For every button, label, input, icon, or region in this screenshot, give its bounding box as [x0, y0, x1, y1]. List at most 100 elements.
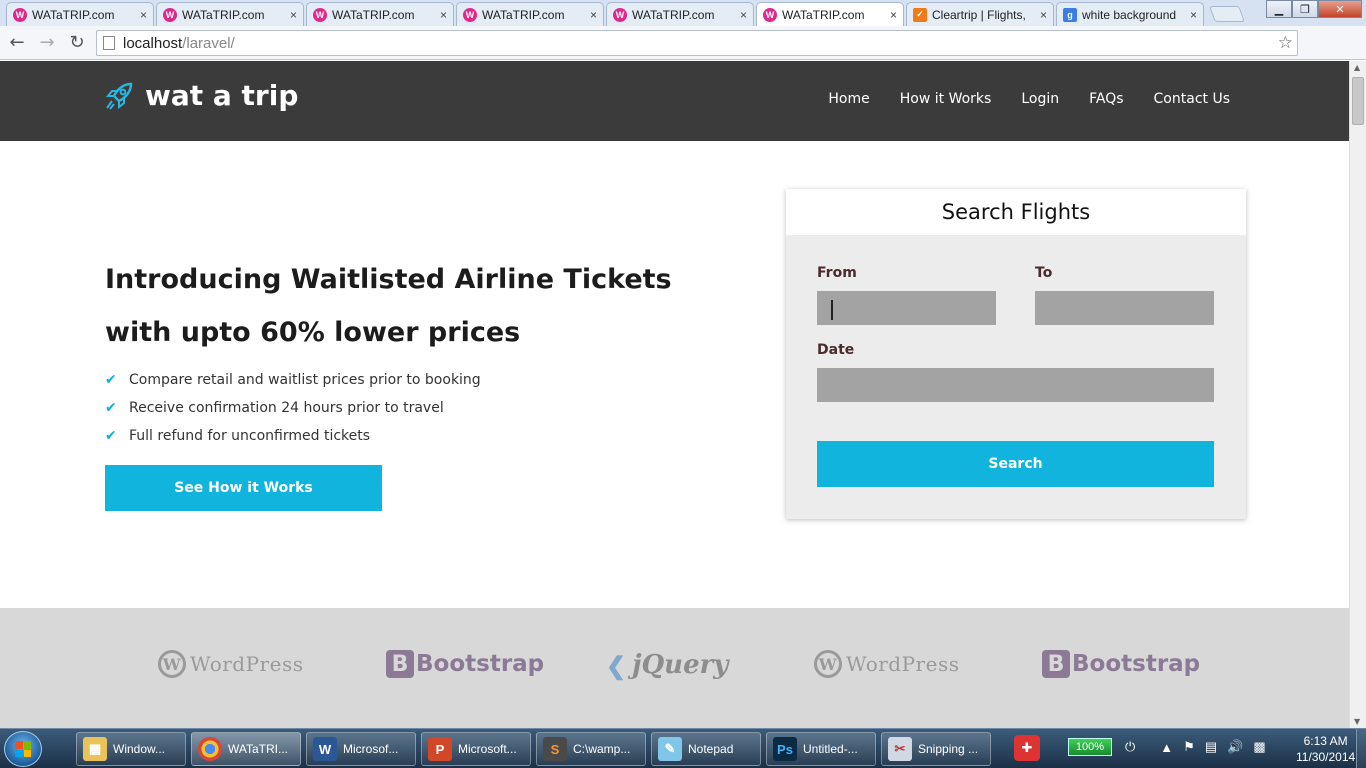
taskbar-item[interactable]: Ps Untitled-...	[766, 732, 876, 766]
forward-arrow-icon[interactable]: →	[34, 30, 60, 56]
jquery-icon: ❮	[606, 650, 627, 680]
tab-close-icon[interactable]: ×	[140, 8, 147, 22]
tab-title: WATaTRIP.com	[782, 7, 865, 22]
browser-tab[interactable]: W WATaTRIP.com ×	[306, 2, 454, 26]
tab-close-icon[interactable]: ×	[1040, 8, 1047, 22]
show-hidden-icons-icon[interactable]: ▲	[1160, 740, 1173, 755]
taskbar-item-active[interactable]: WATaTRI...	[191, 732, 301, 766]
new-tab-button[interactable]	[1209, 6, 1245, 22]
brand-text: jQuery	[632, 650, 729, 680]
scrollbar-thumb[interactable]	[1352, 77, 1364, 125]
show-desktop-button[interactable]	[1356, 729, 1366, 768]
date-label: Date	[817, 342, 855, 358]
close-window-button[interactable]: ✕	[1318, 0, 1362, 18]
brand-text: WordPress	[190, 652, 304, 676]
watatrip-favicon-icon: W	[163, 7, 177, 22]
watatrip-favicon-icon: W	[463, 7, 477, 22]
action-center-flag-icon[interactable]: ⚑	[1183, 739, 1195, 755]
clock-date: 11/30/2014	[1296, 750, 1356, 764]
scroll-up-arrow-icon[interactable]: ▲	[1354, 63, 1360, 72]
taskbar-label: Untitled-...	[803, 742, 858, 756]
browser-tab-active[interactable]: W WATaTRIP.com ×	[756, 2, 904, 26]
windows-flag-icon	[15, 741, 31, 757]
tab-close-icon[interactable]: ×	[740, 8, 747, 22]
minimize-button[interactable]: ▁	[1266, 0, 1292, 18]
volume-icon[interactable]: 🔊	[1227, 739, 1243, 755]
search-flights-card: Search Flights From To Date Search	[786, 189, 1246, 519]
hero-title: Introducing Waitlisted Airline Tickets w…	[105, 253, 745, 359]
tab-title: Cleartrip | Flights,	[932, 7, 1026, 22]
browser-tab[interactable]: W WATaTRIP.com ×	[156, 2, 304, 26]
nav-how-it-works[interactable]: How it Works	[900, 91, 992, 107]
taskbar-item[interactable]: W Microsof...	[306, 732, 416, 766]
brand-text: WordPress	[846, 652, 960, 676]
maximize-button[interactable]: ❐	[1292, 0, 1318, 18]
taskbar-item[interactable]: ✎ Notepad	[651, 732, 761, 766]
nav-faqs[interactable]: FAQs	[1089, 91, 1123, 107]
page-scrollbar[interactable]: ▲ ▼	[1349, 61, 1366, 728]
taskbar-label: Window...	[113, 742, 166, 756]
from-input[interactable]	[817, 291, 996, 325]
app-tray-icon[interactable]: ✚	[1014, 735, 1040, 761]
feature-text: Full refund for unconfirmed tickets	[129, 428, 371, 444]
tab-close-icon[interactable]: ×	[590, 8, 597, 22]
to-input[interactable]	[1035, 291, 1214, 325]
site-nav-links: Home How it Works Login FAQs Contact Us	[798, 91, 1230, 107]
browser-tab[interactable]: W WATaTRIP.com ×	[6, 2, 154, 26]
address-bar[interactable]: localhost/laravel/ ☆	[96, 30, 1298, 56]
taskbar-label: Snipping ...	[918, 742, 979, 756]
page-viewport: wat a trip Home How it Works Login FAQs …	[0, 61, 1349, 728]
wordpress-icon: W	[158, 650, 186, 678]
checkmark-icon: ✔	[105, 428, 117, 444]
scroll-down-arrow-icon[interactable]: ▼	[1354, 717, 1360, 726]
site-logo[interactable]: wat a trip	[103, 79, 298, 112]
folder-icon: ▦	[83, 737, 107, 761]
back-arrow-icon[interactable]: ←	[4, 30, 30, 56]
date-input[interactable]	[817, 368, 1214, 402]
browser-tab[interactable]: W WATaTRIP.com ×	[606, 2, 754, 26]
network-signal-icon[interactable]: ▩	[1253, 739, 1265, 755]
notepad-icon: ✎	[658, 737, 682, 761]
bookmark-star-icon[interactable]: ☆	[1278, 33, 1293, 53]
tab-close-icon[interactable]: ×	[440, 8, 447, 22]
device-icon[interactable]: ▤	[1205, 739, 1217, 755]
tab-title: WATaTRIP.com	[332, 7, 415, 22]
see-how-it-works-button[interactable]: See How it Works	[105, 465, 382, 511]
browser-tab[interactable]: g white background ×	[1056, 2, 1204, 26]
brand-text: Bootstrap	[416, 651, 545, 677]
taskbar-item[interactable]: ✂ Snipping ...	[881, 732, 991, 766]
start-button[interactable]	[4, 731, 42, 767]
logo-text: wat a trip	[145, 79, 299, 112]
system-tray: 100% ⏻ ▲ ⚑ ▤ 🔊 ▩	[1068, 738, 1271, 756]
tab-close-icon[interactable]: ×	[1190, 8, 1197, 22]
battery-indicator[interactable]: 100%	[1068, 738, 1112, 756]
tab-close-icon[interactable]: ×	[290, 8, 297, 22]
taskbar-label: WATaTRI...	[228, 742, 288, 756]
nav-login[interactable]: Login	[1021, 91, 1059, 107]
nav-home[interactable]: Home	[828, 91, 869, 107]
cleartrip-favicon-icon: ✓	[913, 7, 927, 22]
taskbar-item[interactable]: S C:\wamp...	[536, 732, 646, 766]
url-path: /laravel/	[182, 34, 235, 52]
reload-icon[interactable]: ↻	[64, 30, 90, 56]
search-button[interactable]: Search	[817, 441, 1214, 487]
jquery-logo: ❮ jQuery	[606, 650, 728, 680]
taskbar-label: Microsoft...	[458, 742, 517, 756]
bootstrap-logo: B Bootstrap	[1042, 650, 1200, 678]
google-favicon-icon: g	[1063, 7, 1077, 22]
nav-contact-us[interactable]: Contact Us	[1154, 91, 1230, 107]
taskbar-item[interactable]: ▦ Window...	[76, 732, 186, 766]
power-plug-icon[interactable]: ⏻	[1125, 739, 1135, 755]
browser-tab[interactable]: ✓ Cleartrip | Flights, ×	[906, 2, 1054, 26]
system-clock[interactable]: 6:13 AM 11/30/2014	[1296, 733, 1355, 765]
photoshop-icon: Ps	[773, 737, 797, 761]
taskbar-item[interactable]: P Microsoft...	[421, 732, 531, 766]
tab-close-icon[interactable]: ×	[890, 8, 897, 22]
tab-title: WATaTRIP.com	[182, 7, 265, 22]
sublime-icon: S	[543, 737, 567, 761]
taskbar-label: Notepad	[688, 742, 734, 756]
wordpress-logo: W WordPress	[814, 650, 959, 678]
text-caret	[831, 300, 833, 320]
browser-tab[interactable]: W WATaTRIP.com ×	[456, 2, 604, 26]
partner-logos-band: W WordPress B Bootstrap ❮ jQuery W WordP…	[0, 608, 1349, 728]
